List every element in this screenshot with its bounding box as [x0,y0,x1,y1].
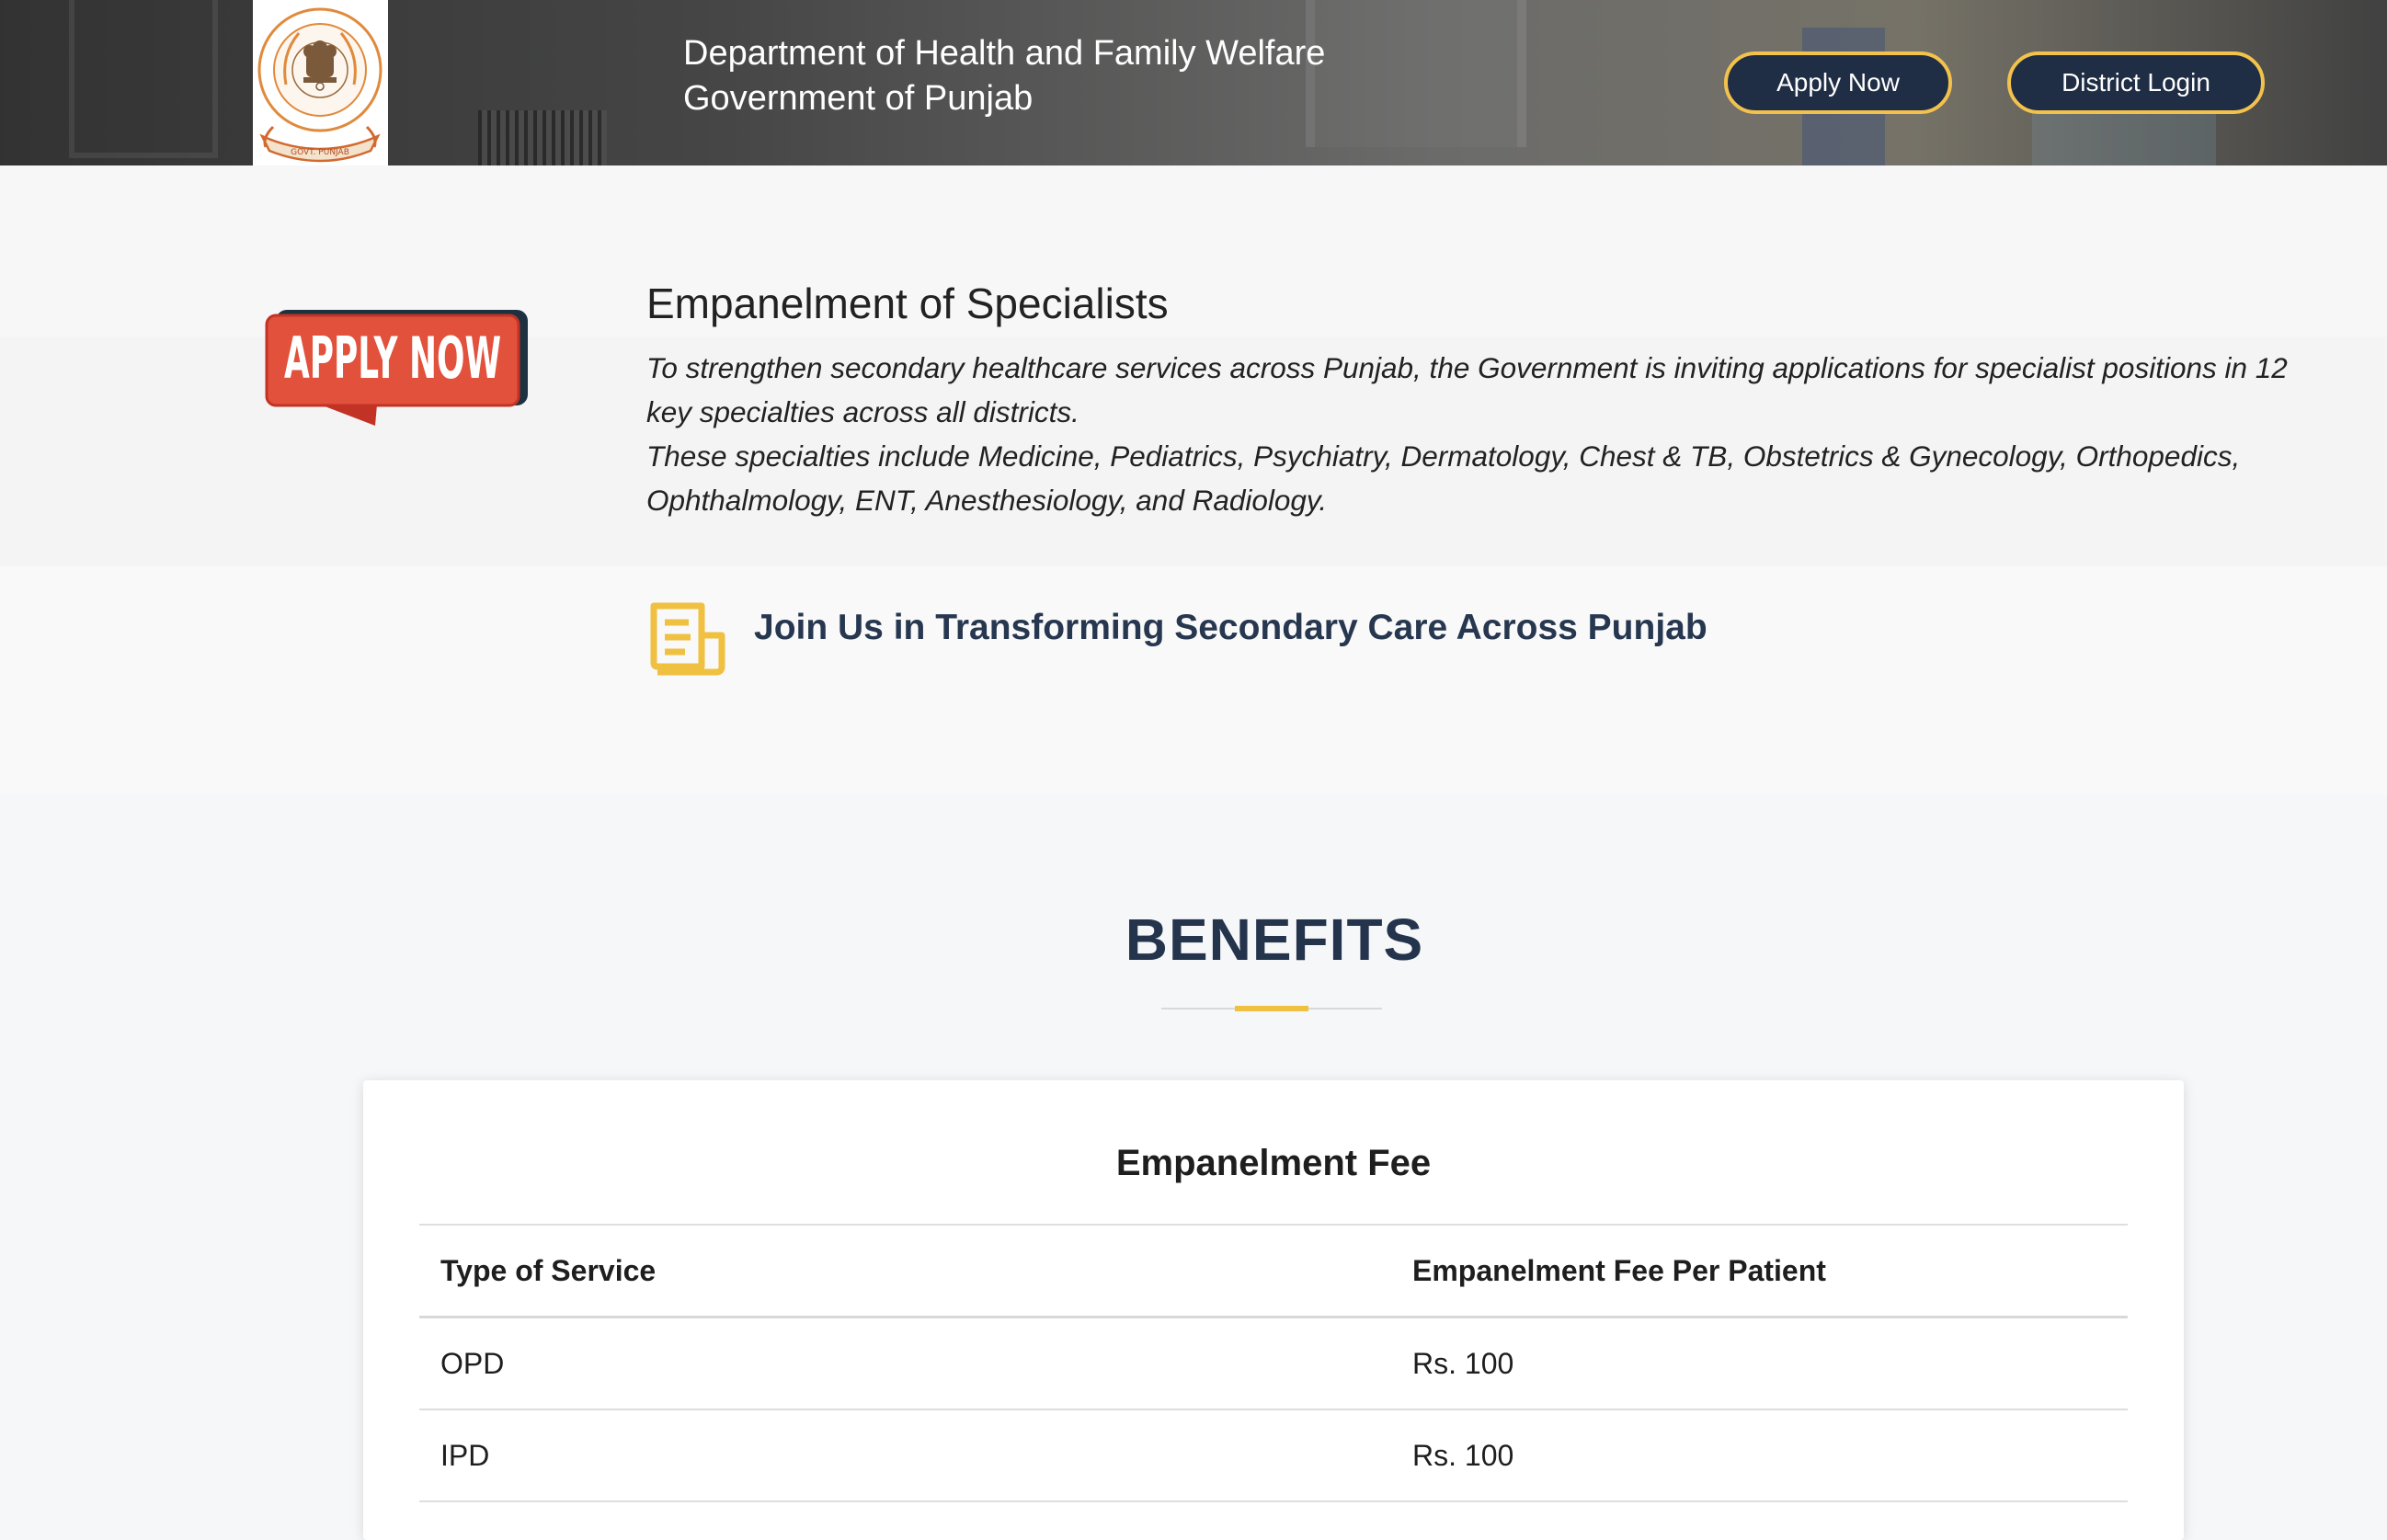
intro-paragraph: These specialties include Medicine, Pedi… [646,439,2241,517]
table-row: IPD Rs. 100 [419,1409,2128,1502]
intro-paragraph: To strengthen secondary healthcare servi… [646,351,2288,428]
table-header-row: Type of Service Empanelment Fee Per Pati… [419,1224,2128,1318]
apply-now-badge-text: APPLY NOW [284,325,501,392]
department-name: Department of Health and Family Welfare [683,34,1326,73]
card-title: Empanelment Fee [1115,1143,1432,1183]
department-title: Department of Health and Family Welfare … [683,31,1325,121]
section-band [0,566,2387,794]
benefits-heading: BENEFITS [1125,907,1424,973]
column-header-service: Type of Service [419,1224,1391,1318]
column-header-fee: Empanelment Fee Per Patient [1391,1224,2128,1318]
table-row: OPD Rs. 100 [419,1316,2128,1410]
service-cell: OPD [419,1316,1391,1410]
document-icon [650,602,725,676]
fee-table: Type of Service Empanelment Fee Per Pati… [419,1224,2128,1502]
district-login-button[interactable]: District Login [2007,51,2265,114]
site-header: GOVT. PUNJAB Department of Health and Fa… [0,0,2387,165]
government-name: Government of Punjab [683,79,1034,118]
heading-divider-accent [1235,1006,1308,1011]
empanelment-fee-card: Empanelment Fee Type of Service Empanelm… [363,1080,2184,1540]
fee-cell: Rs. 100 [1391,1409,2128,1502]
intro-description: To strengthen secondary healthcare servi… [646,346,2301,522]
header-background-decoration [69,0,218,158]
join-us-heading: Join Us in Transforming Secondary Care A… [754,608,1707,647]
apply-now-badge[interactable]: APPLY NOW [265,308,531,432]
emblem-icon: GOVT. PUNJAB [257,7,383,163]
apply-now-button[interactable]: Apply Now [1724,51,1952,114]
join-us-callout: Join Us in Transforming Secondary Care A… [648,602,1707,676]
punjab-emblem-logo[interactable]: GOVT. PUNJAB [253,0,388,165]
fee-cell: Rs. 100 [1391,1316,2128,1410]
header-background-decoration [1306,0,1526,147]
intro-section: APPLY NOW Empanelment of Specialists To … [0,165,2387,794]
service-cell: IPD [419,1409,1391,1502]
section-title: Empanelment of Specialists [646,279,1169,327]
emblem-caption: GOVT. PUNJAB [291,148,349,157]
header-background-decoration [478,110,607,165]
